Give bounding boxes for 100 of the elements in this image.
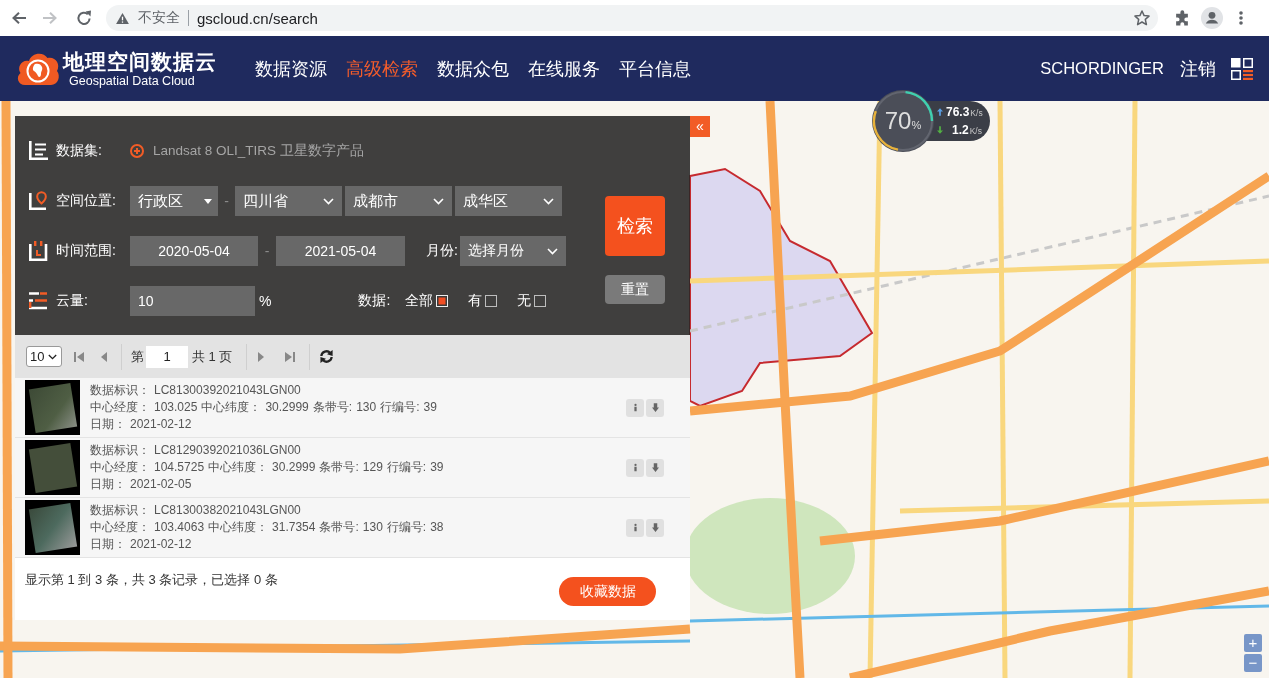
logo-title: 地理空间数据云	[63, 49, 217, 74]
last-page-icon[interactable]	[285, 351, 296, 362]
dataset-name: Landsat 8 OLI_TIRS 卫星数字产品	[153, 142, 364, 160]
dropdown[interactable]: 成都市	[345, 186, 452, 216]
warning-icon[interactable]	[116, 12, 129, 24]
option-label[interactable]: 有	[468, 292, 483, 310]
speed-unit: K/s	[969, 126, 982, 136]
search-button[interactable]: 检索	[605, 196, 665, 256]
field-value: 38	[430, 520, 444, 534]
star-icon[interactable]	[1134, 10, 1150, 26]
reset-button[interactable]: 重置	[605, 275, 665, 304]
grid-menu-icon[interactable]	[1231, 57, 1253, 80]
field-value: 30.2999	[272, 460, 316, 474]
download-button[interactable]	[646, 458, 664, 477]
chevron-down-icon	[48, 353, 57, 360]
info-button[interactable]	[626, 398, 644, 417]
nav-link[interactable]: 在线服务	[528, 56, 600, 81]
add-icon[interactable]	[130, 144, 144, 158]
dropdown[interactable]: 四川省	[235, 186, 342, 216]
nav-link[interactable]: 高级检索	[346, 56, 418, 81]
refresh-icon[interactable]	[319, 349, 335, 364]
page-label: 第	[131, 347, 144, 366]
avatar-icon[interactable]	[1201, 7, 1223, 29]
percent-unit: %	[259, 293, 272, 309]
checkbox[interactable]	[534, 295, 547, 307]
list-icon	[28, 141, 48, 161]
nav-link[interactable]: 数据众包	[437, 56, 509, 81]
field-value: 130	[362, 520, 383, 534]
thumbnail-placeholder	[25, 440, 80, 495]
field-label: 行编号:	[386, 460, 427, 474]
thumbnail-placeholder	[25, 500, 80, 555]
field-value: 31.7354	[272, 520, 316, 534]
next-page-icon[interactable]	[258, 351, 265, 362]
url-text: gscloud.cn/search	[197, 9, 318, 27]
download-arrow-icon	[937, 126, 943, 134]
checkbox[interactable]	[485, 295, 498, 307]
logo-icon[interactable]	[15, 51, 61, 86]
reload-icon[interactable]	[76, 10, 92, 26]
result-summary: 显示第 1 到 3 条，共 3 条记录，已选择 0 条	[25, 572, 278, 588]
menu-icon[interactable]	[1239, 11, 1243, 25]
username-link[interactable]: SCHORDINGER	[1040, 59, 1164, 78]
download-speed: 1.2	[952, 123, 969, 137]
dropdown[interactable]: 成华区	[455, 186, 562, 216]
percent-unit: %	[911, 119, 922, 131]
field-label: 中心经度：	[90, 460, 150, 474]
field-value: 39	[423, 400, 437, 414]
first-page-icon[interactable]	[74, 351, 84, 362]
gauge-ring-icon	[872, 90, 934, 152]
date-field[interactable]: 2020-05-04	[130, 236, 258, 266]
page-input[interactable]: 1	[146, 345, 188, 368]
result-row[interactable]: 数据标识： LC81300382021043LGN00 中心经度： 103.4063 中心纬度： 31.7354 条带号: 130 行编号: 38 日期： 2021-02-12	[15, 498, 690, 558]
field-value: 130	[356, 400, 377, 414]
option-label[interactable]: 全部	[405, 292, 434, 310]
option-label[interactable]: 无	[517, 292, 532, 310]
cloud-input[interactable]: 10	[130, 286, 255, 316]
page-size-select[interactable]: 10	[26, 346, 62, 367]
back-icon[interactable]	[12, 12, 27, 24]
download-button[interactable]	[646, 398, 664, 417]
upload-arrow-icon	[937, 108, 943, 116]
calendar-icon	[28, 241, 48, 261]
field-label: 中心纬度：	[201, 400, 262, 414]
field-label: 时间范围:	[56, 242, 117, 260]
download-icon	[651, 403, 659, 412]
percent-value: 70	[884, 108, 912, 134]
caret-icon	[204, 198, 212, 204]
field-value: LC81300382021043LGN00	[154, 503, 301, 517]
date-field[interactable]: 2021-05-04	[276, 236, 405, 266]
field-label: 数据集:	[56, 142, 103, 160]
nav-link[interactable]: 数据资源	[255, 56, 327, 81]
field-label: 数据标识：	[90, 443, 150, 457]
download-icon	[651, 463, 659, 472]
field-value: 2021-02-05	[130, 477, 192, 491]
logout-link[interactable]: 注销	[1180, 56, 1216, 81]
download-button[interactable]	[646, 518, 664, 537]
page-total: 共 1 页	[192, 347, 233, 366]
dropdown[interactable]: 行政区	[130, 186, 218, 216]
dropdown[interactable]: 选择月份	[459, 236, 566, 266]
field-label: 中心纬度：	[208, 520, 269, 534]
field-value: LC81290392021036LGN00	[154, 443, 301, 457]
field-label: 日期：	[90, 477, 126, 491]
field-label: 数据标识：	[90, 503, 150, 517]
range-separator: -	[263, 243, 271, 259]
field-value: LC81300392021043LGN00	[154, 383, 301, 397]
chevron-down-icon	[323, 197, 334, 205]
previous-page-icon[interactable]	[101, 351, 107, 362]
collect-button[interactable]: 收藏数据	[559, 577, 656, 606]
result-row[interactable]: 数据标识： LC81300392021043LGN00 中心经度： 103.025 中心纬度： 30.2999 条带号: 130 行编号: 39 日期： 2021-02-12	[15, 378, 690, 438]
field-value: 30.2999	[265, 400, 309, 414]
field-value: 2021-02-12	[130, 537, 192, 551]
extension-icon[interactable]	[1175, 10, 1189, 26]
nav-link[interactable]: 平台信息	[619, 56, 691, 81]
chevron-down-icon	[543, 197, 554, 205]
result-row[interactable]: 数据标识： LC81290392021036LGN00 中心经度： 104.5725 中心纬度： 30.2999 条带号: 129 行编号: 39 日期： 2021-02-05	[15, 438, 690, 498]
stack-icon	[28, 291, 48, 311]
field-label: 行编号:	[386, 520, 427, 534]
field-label: 数据标识：	[90, 383, 150, 397]
info-button[interactable]	[626, 458, 644, 477]
address-bar[interactable]: 不安全 gscloud.cn/search	[106, 5, 1158, 31]
logo-subtitle: Geospatial Data Cloud	[69, 73, 196, 88]
info-button[interactable]	[626, 518, 644, 537]
